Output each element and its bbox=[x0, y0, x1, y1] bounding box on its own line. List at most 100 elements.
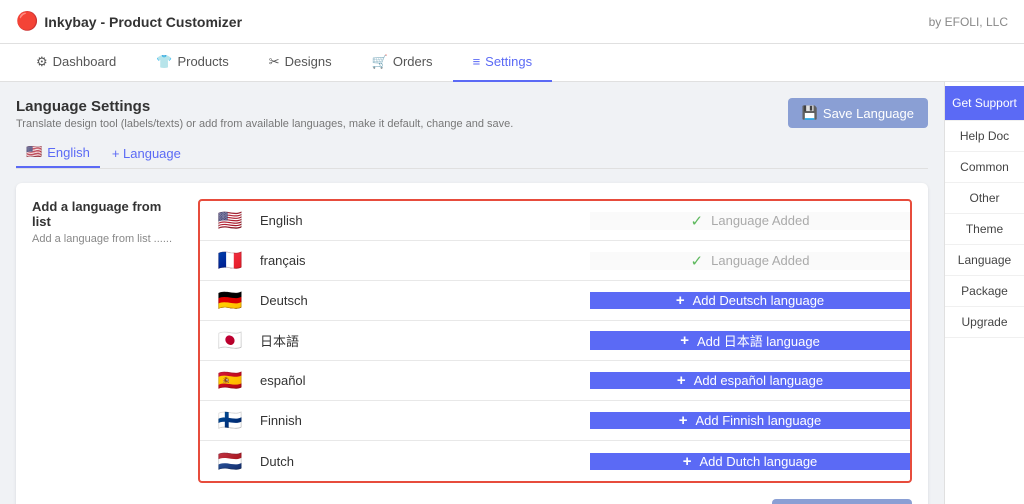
table-row: 🇫🇮Finnish+Add Finnish language bbox=[200, 401, 910, 441]
language-label: Language bbox=[958, 253, 1011, 267]
lang-added-label-english: Language Added bbox=[711, 213, 809, 228]
settings-icon: ≡ bbox=[473, 54, 481, 69]
lang-added-english: ✓ Language Added bbox=[590, 212, 910, 230]
checkmark-icon-francais: ✓ bbox=[691, 252, 704, 270]
page-subtitle: Translate design tool (labels/texts) or … bbox=[16, 118, 513, 130]
plus-icon-deutsch: + bbox=[676, 292, 685, 309]
designs-icon: ✂ bbox=[269, 54, 280, 70]
table-row: 🇺🇸English ✓ Language Added bbox=[200, 201, 910, 241]
package-button[interactable]: Package bbox=[945, 276, 1024, 307]
lang-flag-english: 🇺🇸 bbox=[200, 208, 260, 233]
upgrade-button[interactable]: Upgrade bbox=[945, 307, 1024, 338]
theme-button[interactable]: Theme bbox=[945, 214, 1024, 245]
lang-action-dutch[interactable]: + Add Dutch language bbox=[590, 453, 910, 470]
tab-dashboard-label: Dashboard bbox=[53, 54, 117, 69]
left-panel-subtitle: Add a language from list ...... bbox=[32, 233, 182, 245]
add-lang-label-dutch: Add Dutch language bbox=[699, 454, 817, 469]
lang-name-english: English bbox=[260, 213, 590, 228]
lang-flag-japanese: 🇯🇵 bbox=[200, 328, 260, 353]
lang-action-finnish[interactable]: + Add Finnish language bbox=[590, 412, 910, 429]
plus-icon-espanol: + bbox=[677, 372, 686, 389]
save-language-button-top[interactable]: 💾 Save Language bbox=[788, 98, 928, 128]
language-card: Add a language from list Add a language … bbox=[16, 183, 928, 504]
app-name: Inkybay - Product Customizer bbox=[44, 14, 242, 30]
plus-icon-japanese: + bbox=[680, 332, 689, 349]
app-logo: 🔴 Inkybay - Product Customizer bbox=[16, 11, 242, 32]
tab-settings[interactable]: ≡ Settings bbox=[453, 44, 553, 82]
tab-settings-label: Settings bbox=[485, 54, 532, 69]
lang-action-deutsch[interactable]: + Add Deutsch language bbox=[590, 292, 910, 309]
get-support-label: Get Support bbox=[952, 96, 1017, 110]
tab-dashboard[interactable]: ⚙ Dashboard bbox=[16, 44, 136, 82]
theme-label: Theme bbox=[966, 222, 1003, 236]
plus-icon-dutch: + bbox=[683, 453, 692, 470]
table-row: 🇫🇷français✓Language Added bbox=[200, 241, 910, 281]
tab-orders[interactable]: 🛒 Orders bbox=[352, 44, 453, 82]
language-tabs: 🇺🇸 English + Language bbox=[16, 138, 928, 169]
tab-orders-label: Orders bbox=[393, 54, 433, 69]
table-row: 🇩🇪Deutsch+Add Deutsch language bbox=[200, 281, 910, 321]
tab-products[interactable]: 👕 Products bbox=[136, 44, 249, 82]
lang-flag-francais: 🇫🇷 bbox=[200, 248, 260, 273]
lang-action-english: ✓ Language Added bbox=[590, 212, 910, 230]
by-efoli: by EFOLI, LLC bbox=[929, 15, 1008, 29]
lang-flag-deutsch: 🇩🇪 bbox=[200, 288, 260, 313]
orders-icon: 🛒 bbox=[372, 54, 388, 70]
lang-name-japanese: 日本語 bbox=[260, 331, 590, 350]
save-icon-top: 💾 bbox=[802, 105, 818, 121]
add-language-tab[interactable]: + Language bbox=[112, 146, 181, 161]
lang-name-francais: français bbox=[260, 253, 590, 268]
lang-action-francais: ✓Language Added bbox=[590, 252, 910, 270]
english-tab-label: English bbox=[47, 145, 90, 160]
page-header-left: Language Settings Translate design tool … bbox=[16, 98, 513, 130]
help-doc-button[interactable]: Help Doc bbox=[945, 121, 1024, 152]
top-bar: 🔴 Inkybay - Product Customizer by EFOLI,… bbox=[0, 0, 1024, 44]
table-row: 🇯🇵日本語 + Add 日本語 language bbox=[200, 321, 910, 361]
right-sidebar: Get Support Help Doc Common Other Theme … bbox=[944, 82, 1024, 504]
add-lang-button-dutch[interactable]: + Add Dutch language bbox=[590, 453, 910, 470]
left-panel-title: Add a language from list bbox=[32, 199, 182, 229]
main-layout: Language Settings Translate design tool … bbox=[0, 82, 1024, 504]
dashboard-icon: ⚙ bbox=[36, 54, 48, 70]
lang-flag-finnish: 🇫🇮 bbox=[200, 408, 260, 433]
page-header: Language Settings Translate design tool … bbox=[16, 98, 928, 130]
checkmark-icon-english: ✓ bbox=[691, 212, 704, 230]
upgrade-label: Upgrade bbox=[961, 315, 1007, 329]
add-lang-button-deutsch[interactable]: + Add Deutsch language bbox=[590, 292, 910, 309]
lang-tab-english[interactable]: 🇺🇸 English bbox=[16, 138, 100, 168]
help-doc-label: Help Doc bbox=[960, 129, 1009, 143]
lang-flag-espanol: 🇪🇸 bbox=[200, 368, 260, 393]
lang-added-francais: ✓Language Added bbox=[590, 252, 910, 270]
page-title: Language Settings bbox=[16, 98, 513, 115]
products-icon: 👕 bbox=[156, 54, 172, 70]
lang-name-dutch: Dutch bbox=[260, 454, 590, 469]
language-table: 🇺🇸English ✓ Language Added 🇫🇷français✓Langu… bbox=[198, 199, 912, 483]
common-button[interactable]: Common bbox=[945, 152, 1024, 183]
add-lang-label-espanol: Add español language bbox=[694, 373, 823, 388]
add-lang-label-deutsch: Add Deutsch language bbox=[693, 293, 825, 308]
lang-action-japanese[interactable]: + Add 日本語 language bbox=[590, 331, 910, 350]
add-lang-button-finnish[interactable]: + Add Finnish language bbox=[590, 412, 910, 429]
lang-flag-dutch: 🇳🇱 bbox=[200, 449, 260, 474]
add-lang-label-finnish: Add Finnish language bbox=[696, 413, 822, 428]
add-lang-label-japanese: Add 日本語 language bbox=[697, 331, 820, 350]
other-label: Other bbox=[969, 191, 999, 205]
other-button[interactable]: Other bbox=[945, 183, 1024, 214]
table-row: 🇳🇱Dutch + Add Dutch language bbox=[200, 441, 910, 481]
tab-products-label: Products bbox=[177, 54, 228, 69]
content-area: Language Settings Translate design tool … bbox=[0, 82, 944, 504]
lang-action-espanol[interactable]: + Add español language bbox=[590, 372, 910, 389]
tab-designs-label: Designs bbox=[285, 54, 332, 69]
add-lang-button-espanol[interactable]: + Add español language bbox=[590, 372, 910, 389]
nav-tabs: ⚙ Dashboard 👕 Products ✂ Designs 🛒 Order… bbox=[0, 44, 1024, 82]
add-lang-button-japanese[interactable]: + Add 日本語 language bbox=[590, 331, 910, 350]
bottom-save-area: 💾 Save Language bbox=[32, 499, 912, 504]
language-button[interactable]: Language bbox=[945, 245, 1024, 276]
save-language-button-bottom[interactable]: 💾 Save Language bbox=[772, 499, 912, 504]
package-label: Package bbox=[961, 284, 1008, 298]
tab-designs[interactable]: ✂ Designs bbox=[249, 44, 352, 82]
get-support-button[interactable]: Get Support bbox=[945, 86, 1024, 121]
table-row: 🇪🇸español+Add español language bbox=[200, 361, 910, 401]
plus-icon-finnish: + bbox=[679, 412, 688, 429]
card-inner: Add a language from list Add a language … bbox=[32, 199, 912, 483]
